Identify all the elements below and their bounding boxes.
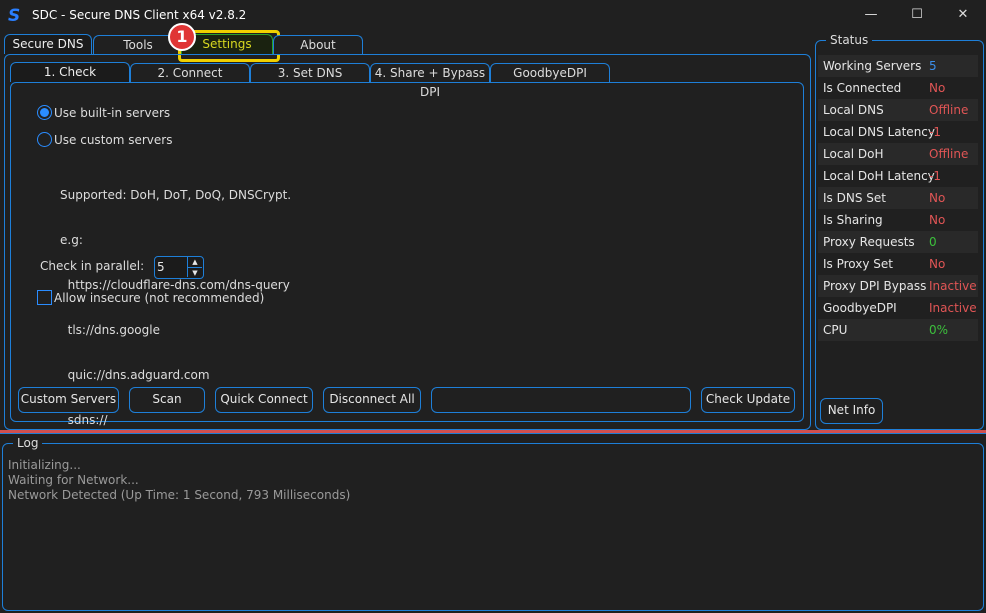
status-value: No: [929, 213, 946, 227]
tab-secure-dns[interactable]: Secure DNS: [4, 34, 92, 54]
stepper-down-icon[interactable]: ▼: [187, 267, 202, 277]
status-row: GoodbyeDPI Inactive: [818, 297, 978, 319]
status-title: Status: [826, 33, 873, 47]
check-update-button[interactable]: Check Update: [701, 387, 795, 413]
maximize-button[interactable]: ☐: [894, 0, 940, 30]
log-group: [2, 443, 984, 611]
status-label: Local DNS Latency: [823, 125, 935, 139]
status-value: Inactive: [929, 301, 977, 315]
help-line: tls://dns.google: [60, 323, 160, 337]
status-row: Proxy DPI Bypass Inactive: [818, 275, 978, 297]
status-row: Local DNS Offline: [818, 99, 978, 121]
stepper-up-icon[interactable]: ▲: [187, 257, 202, 267]
status-label: Local DNS: [823, 103, 884, 117]
status-label: GoodbyeDPI: [823, 301, 897, 315]
log-line: Initializing...: [8, 458, 81, 472]
help-line: quic://dns.adguard.com: [60, 368, 210, 382]
status-value: No: [929, 191, 946, 205]
status-value: 0%: [929, 323, 949, 337]
parallel-stepper[interactable]: 5 ▲ ▼: [154, 256, 204, 279]
status-row: Is Connected No: [818, 77, 978, 99]
subtab-connect[interactable]: 2. Connect: [130, 63, 250, 83]
status-row: Is Proxy Set No: [818, 253, 978, 275]
radio-builtin[interactable]: [37, 105, 52, 120]
status-value: 5: [929, 59, 937, 73]
status-label: Is DNS Set: [823, 191, 886, 205]
radio-custom[interactable]: [37, 132, 52, 147]
status-row: Working Servers 5: [818, 55, 978, 77]
parallel-value[interactable]: 5: [157, 260, 165, 274]
status-value: No: [929, 81, 946, 95]
status-value: Inactive: [929, 279, 977, 293]
status-label: Is Connected: [823, 81, 902, 95]
status-label: Working Servers: [823, 59, 922, 73]
log-line: Waiting for Network...: [8, 473, 139, 487]
status-row: Local DoH Latency -1: [818, 165, 978, 187]
scan-button[interactable]: Scan: [129, 387, 205, 413]
disconnect-all-button[interactable]: Disconnect All: [323, 387, 421, 413]
log-title: Log: [13, 436, 43, 450]
subtab-goodbyedpi[interactable]: GoodbyeDPI: [490, 63, 610, 83]
minimize-button[interactable]: —: [848, 0, 894, 30]
radio-custom-label[interactable]: Use custom servers: [54, 133, 172, 147]
status-label: Proxy Requests: [823, 235, 915, 249]
status-row: Is Sharing No: [818, 209, 978, 231]
subtab-share-bypass[interactable]: 4. Share + Bypass DPI: [370, 63, 490, 99]
subtab-set-dns[interactable]: 3. Set DNS: [250, 63, 370, 83]
help-line: Supported: DoH, DoT, DoQ, DNSCrypt.: [60, 188, 292, 202]
status-label: Local DoH Latency: [823, 169, 935, 183]
subtab-check[interactable]: 1. Check: [10, 62, 130, 82]
insecure-label[interactable]: Allow insecure (not recommended): [54, 291, 264, 305]
log-line: Network Detected (Up Time: 1 Second, 793…: [8, 488, 351, 502]
status-row: Local DNS Latency -1: [818, 121, 978, 143]
radio-builtin-label[interactable]: Use built-in servers: [54, 106, 170, 120]
status-value: 0: [929, 235, 937, 249]
app-logo: S: [8, 6, 21, 26]
custom-servers-button[interactable]: Custom Servers: [18, 387, 119, 413]
status-label: Proxy DPI Bypass: [823, 279, 927, 293]
status-row: Local DoH Offline: [818, 143, 978, 165]
parallel-label: Check in parallel:: [40, 259, 145, 273]
status-value: No: [929, 257, 946, 271]
close-button[interactable]: ✕: [940, 0, 986, 30]
status-text-field[interactable]: [431, 387, 691, 413]
splitter[interactable]: [0, 430, 986, 434]
status-row: CPU 0%: [818, 319, 978, 341]
step-badge: 1: [168, 23, 196, 51]
status-label: CPU: [823, 323, 848, 337]
status-value: Offline: [929, 103, 969, 117]
status-label: Is Proxy Set: [823, 257, 893, 271]
title-bar: S SDC - Secure DNS Client x64 v2.8.2 — ☐…: [0, 0, 986, 32]
window-title: SDC - Secure DNS Client x64 v2.8.2: [32, 8, 247, 22]
status-label: Is Sharing: [823, 213, 883, 227]
insecure-checkbox[interactable]: [37, 290, 52, 305]
help-line: e.g:: [60, 233, 83, 247]
status-row: Is DNS Set No: [818, 187, 978, 209]
status-value: Offline: [929, 147, 969, 161]
status-value: -1: [929, 125, 941, 139]
net-info-button[interactable]: Net Info: [820, 398, 883, 424]
status-value: -1: [929, 169, 941, 183]
quick-connect-button[interactable]: Quick Connect: [215, 387, 313, 413]
status-label: Local DoH: [823, 147, 884, 161]
tab-about[interactable]: About: [273, 35, 363, 55]
help-line: sdns://: [60, 413, 108, 427]
status-row: Proxy Requests 0: [818, 231, 978, 253]
